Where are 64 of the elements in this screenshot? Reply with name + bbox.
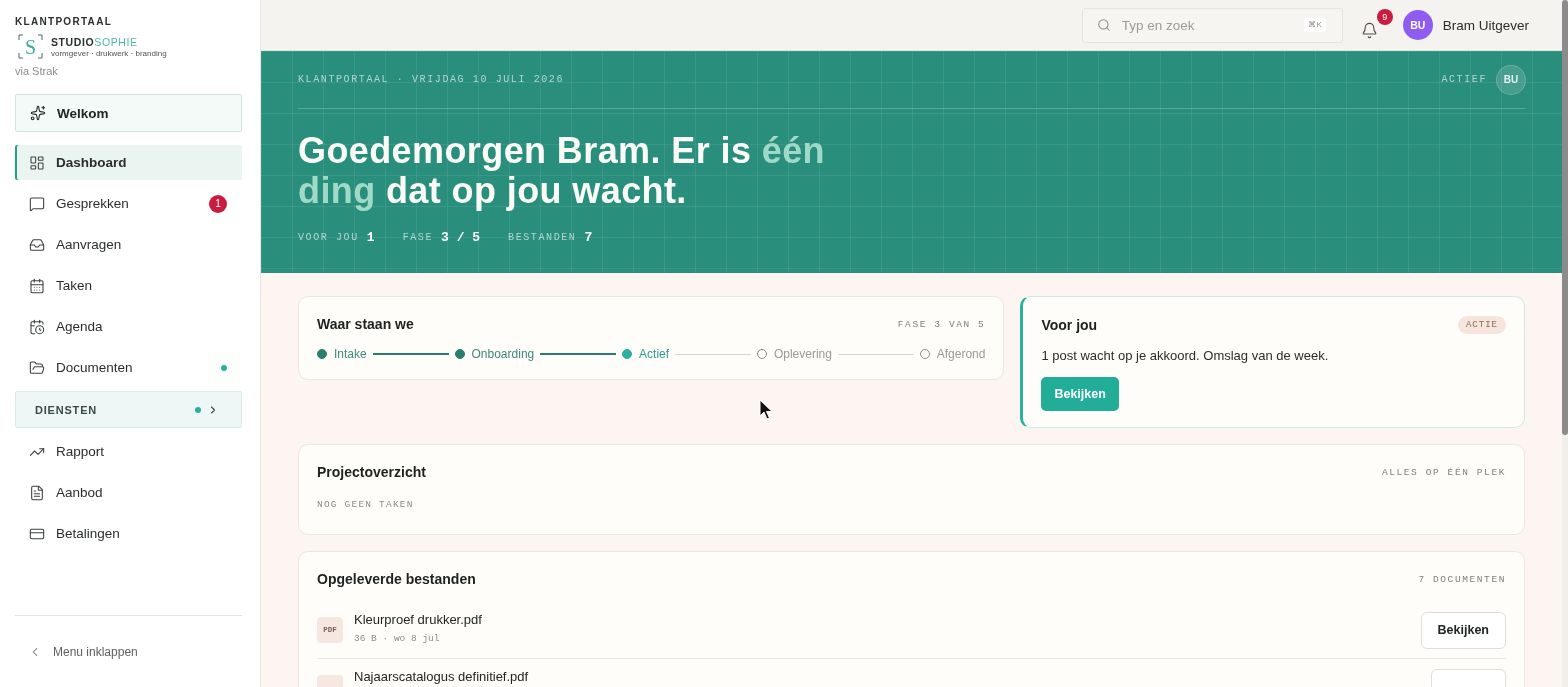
file-name[interactable]: Najaarscatalogus definitief.pdf	[354, 670, 529, 684]
nav-link[interactable]: Aanbod	[15, 475, 242, 510]
user-avatar[interactable]: BU	[1402, 10, 1433, 40]
collapse-menu-link[interactable]: Menu inklappen	[28, 644, 138, 659]
hero-date-line: KLANTPORTAAL · VRIJDAG 10 JULI 2026	[298, 74, 565, 85]
folder-icon	[29, 359, 45, 376]
calendar-icon	[29, 277, 45, 294]
welcome-link[interactable]: Welkom	[15, 94, 242, 132]
logo-wordmark: STUDIOSOPHIE	[51, 35, 139, 48]
nav-link[interactable]: Documenten	[15, 350, 242, 385]
chat-bubble-icon	[29, 195, 45, 212]
grid-icon	[29, 154, 45, 171]
nav-link[interactable]: Dashboard	[15, 145, 242, 180]
portal-eyebrow: KLANTPORTAAL	[15, 15, 114, 28]
card-title: Projectoverzicht	[317, 464, 426, 481]
via-label: via Strak	[15, 65, 59, 77]
action-message: 1 post wacht op je akkoord. Omslag van de week.	[1041, 348, 1330, 364]
notifications-button[interactable]: 9	[1358, 9, 1393, 41]
sparkles-icon	[30, 105, 46, 121]
step-label: Actief	[639, 347, 670, 361]
nav-link[interactable]: Agenda	[15, 309, 242, 344]
user-name: Bram Uitgever	[1442, 17, 1529, 33]
stat-label: BESTANDEN	[508, 232, 577, 243]
file-meta: 36 B · wo 8 jul	[354, 632, 441, 645]
step-label: Afgerond	[936, 347, 986, 361]
status-label: ACTIEF	[1441, 74, 1487, 85]
step-label: Onboarding	[471, 347, 535, 361]
nav-link[interactable]: Gesprekken 1	[15, 186, 242, 221]
file-name[interactable]: Kleurproef drukker.pdf	[354, 612, 482, 627]
card-title: Opgeleverde bestanden	[317, 571, 476, 588]
nav-link[interactable]: Taken	[15, 268, 242, 303]
view-button[interactable]: Bekijken	[1420, 611, 1506, 649]
nav-link[interactable]: Betalingen	[15, 516, 242, 551]
stat-value: 3 / 5	[441, 230, 481, 245]
notification-badge: 9	[1376, 9, 1393, 25]
document-count: 7 DOCUMENTEN	[1418, 574, 1506, 585]
stat-value: 7	[584, 230, 593, 245]
nav-link[interactable]: Aanvragen	[15, 227, 242, 262]
search-icon	[1096, 17, 1111, 32]
section-toggle[interactable]: DIENSTEN	[15, 391, 242, 428]
empty-state-text: NOG GEEN TAKEN	[317, 499, 415, 510]
scrollbar-thumb[interactable]	[1562, 0, 1568, 435]
nav-link[interactable]: Rapport	[15, 434, 242, 469]
cursor-icon	[759, 399, 773, 420]
action-badge: ACTIE	[1457, 316, 1506, 334]
card-note: ALLES OP ÉÉN PLEK	[1381, 467, 1506, 478]
logo-mark: S	[18, 34, 43, 59]
hero-avatar: BU	[1497, 65, 1525, 94]
stat-value: 1	[366, 230, 375, 245]
count-badge: 1	[209, 194, 227, 213]
stat-label: VOOR JOU	[298, 232, 359, 243]
inbox-icon	[29, 236, 45, 253]
document-icon	[29, 484, 45, 501]
logo-tagline: vormgever · drukwerk · branding	[51, 48, 167, 58]
card-title: Waar staan we	[317, 316, 414, 333]
card-title: Voor jou	[1041, 316, 1098, 334]
calendar-clock-icon	[29, 318, 45, 335]
step-label: Intake	[334, 347, 367, 361]
stat-label: FASE	[402, 232, 434, 243]
bell-icon	[1360, 22, 1378, 39]
step-label: Oplevering	[773, 347, 832, 361]
scrollbar-track[interactable]	[1562, 0, 1568, 687]
phase-label: FASE 3 VAN 5	[897, 319, 986, 330]
greeting-heading: Goedemorgen Bram. Er is één ding dat op jou wacht.	[298, 131, 826, 211]
